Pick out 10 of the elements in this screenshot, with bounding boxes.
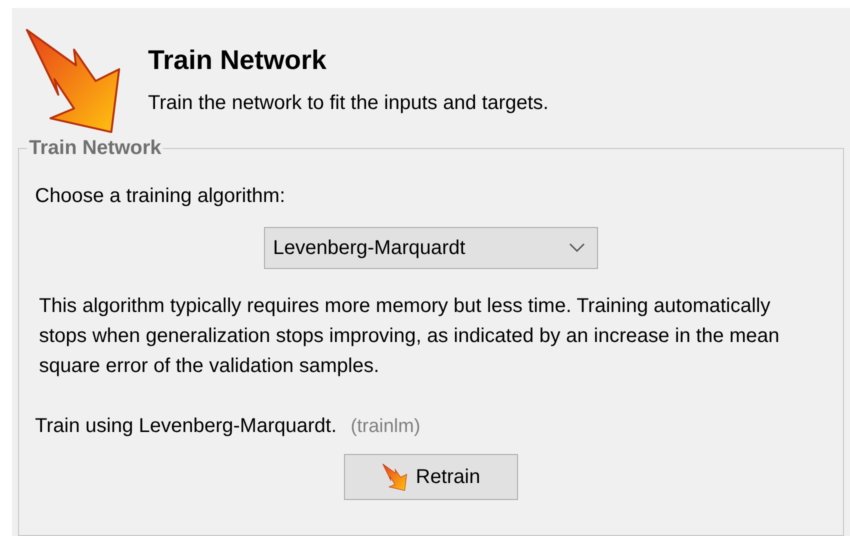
algorithm-description: This algorithm typically requires more memory but less time. Training automatically stops when generalization stops improving, as indicated by an increase in the mean square error of the validation samples. (38, 294, 780, 379)
lightning-arrow-icon-small (382, 463, 408, 491)
algorithm-dropdown[interactable]: Levenberg-Marquardt (264, 227, 598, 269)
page-title: Train Network (148, 44, 328, 76)
algorithm-label: Choose a training algorithm: (35, 184, 286, 209)
train-using-text: Train using Levenberg-Marquardt. (35, 414, 337, 439)
chevron-down-icon (569, 243, 585, 253)
page-subtitle: Train the network to fit the inputs and targets. (148, 91, 549, 116)
retrain-button[interactable]: Retrain (344, 454, 518, 500)
function-name: (trainlm) (350, 415, 420, 439)
